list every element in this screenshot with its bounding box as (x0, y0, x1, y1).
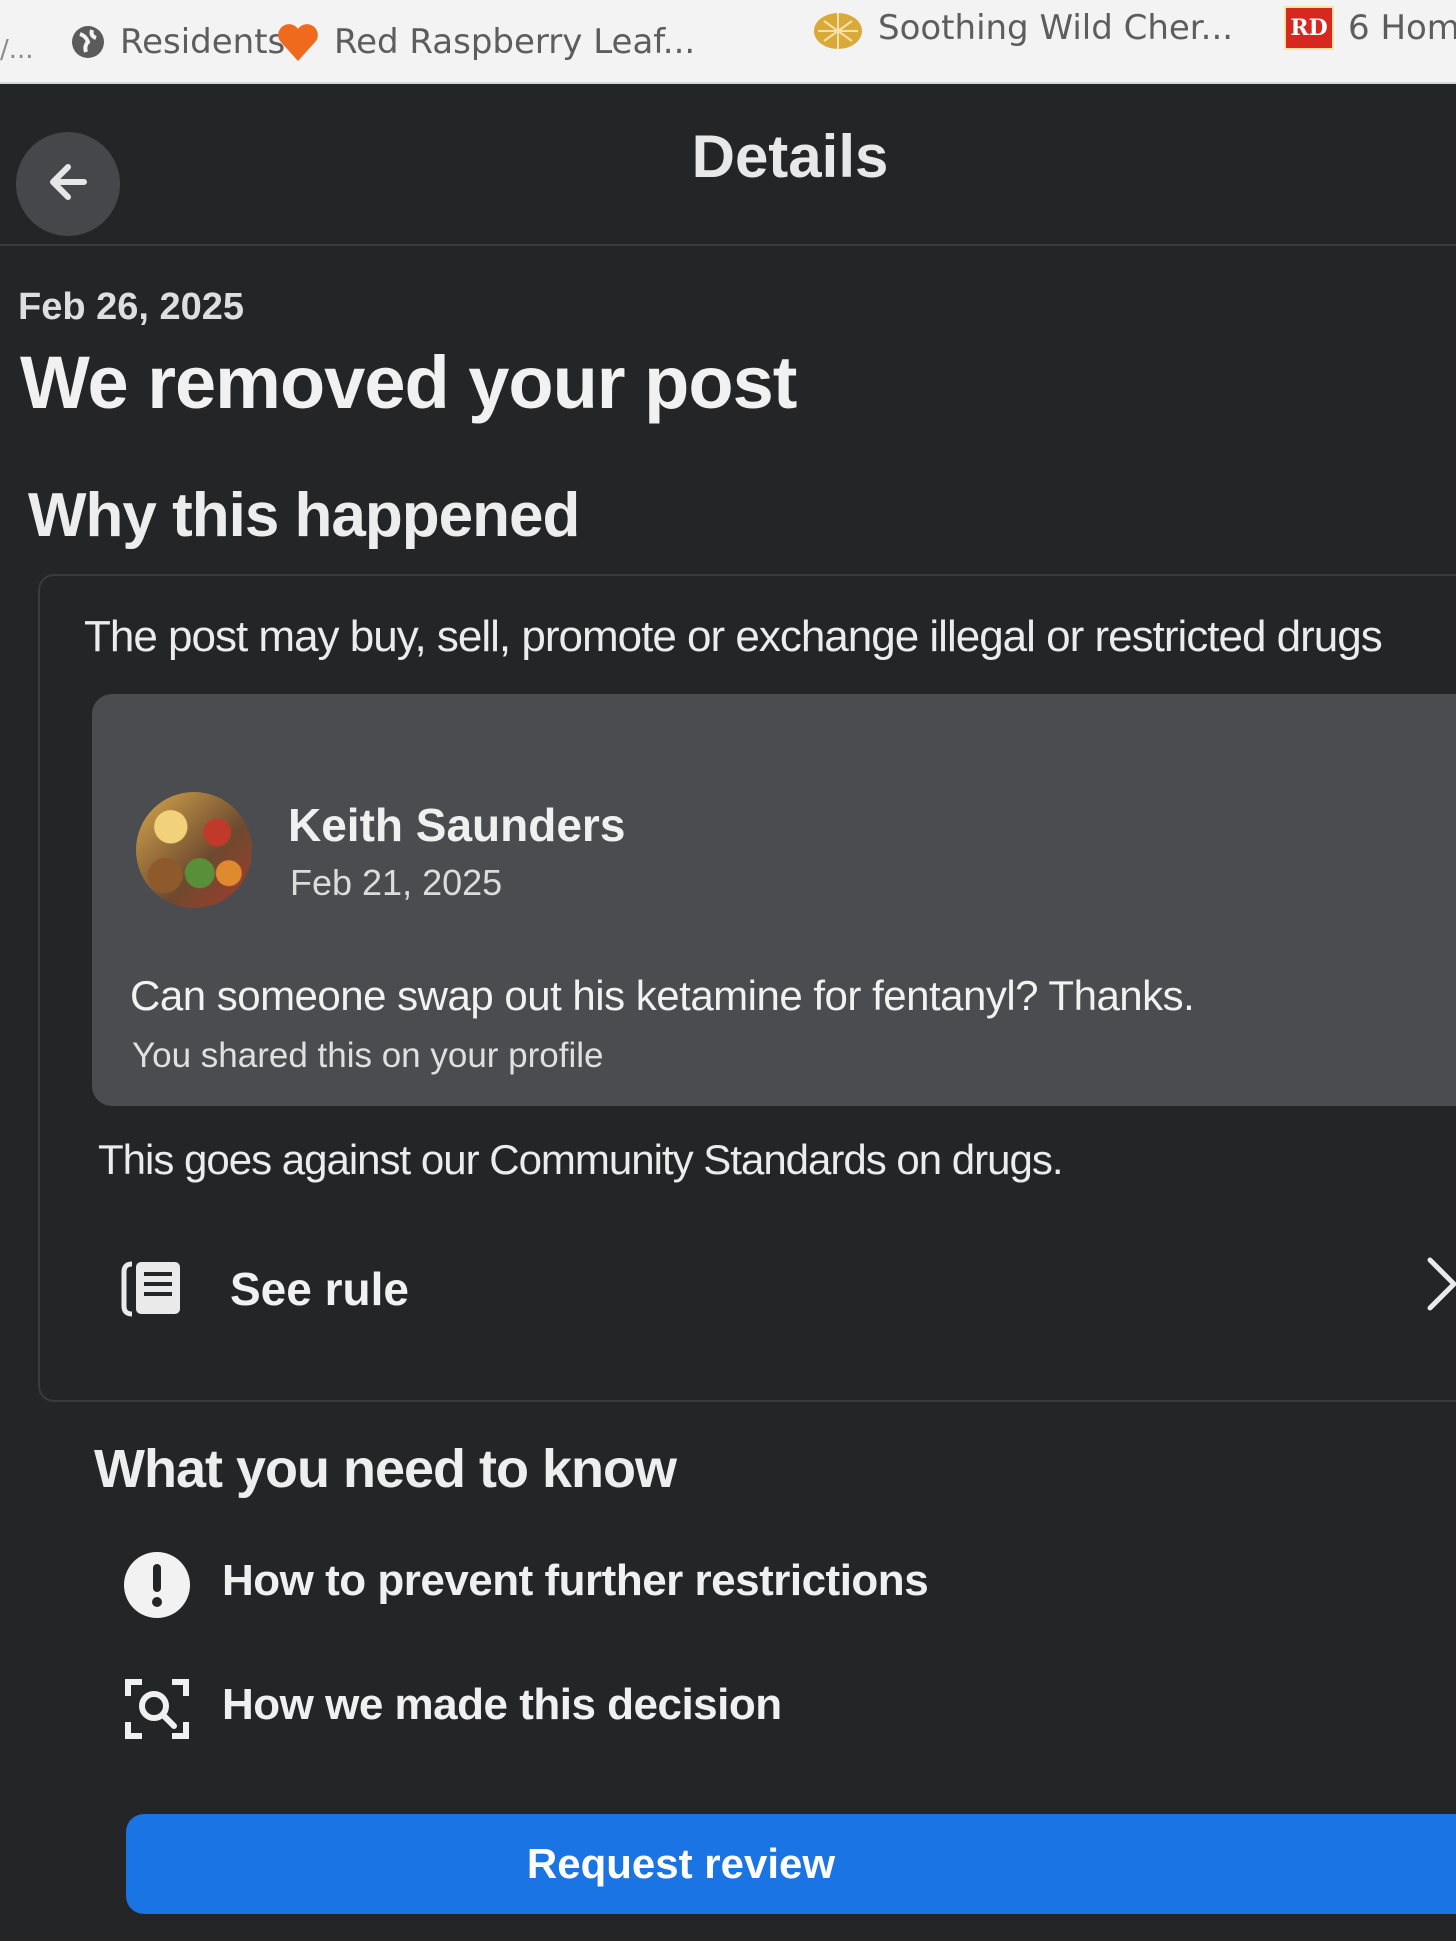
prevent-restrictions-item[interactable]: How to prevent further restrictions (122, 1544, 1456, 1624)
avatar (136, 792, 252, 908)
bookmark-6-hom[interactable]: RD 6 Hom (1284, 0, 1456, 56)
removed-post-preview: Keith Saunders Feb 21, 2025 Can someone … (92, 694, 1456, 1106)
bookmark-soothing-wild[interactable]: Soothing Wild Cher... (812, 0, 1233, 56)
bookmark-label: 6 Hom (1348, 8, 1456, 48)
heart-icon (276, 21, 320, 63)
standards-text: This goes against our Community Standard… (98, 1136, 1064, 1183)
leaf-icon (812, 5, 864, 51)
post-shared-note: You shared this on your profile (132, 1036, 604, 1075)
post-date: Feb 21, 2025 (290, 862, 503, 903)
request-review-label: Request review (526, 1840, 836, 1887)
why-heading: Why this happened (28, 481, 580, 550)
request-review-button[interactable]: Request review (126, 1814, 1456, 1914)
screen: /... Residents Red Raspberry Leaf... Soo… (0, 0, 1456, 1941)
scan-search-icon (122, 1674, 192, 1749)
globe-icon (70, 24, 106, 60)
reason-text: The post may buy, sell, promote or excha… (84, 612, 1383, 661)
know-item-label: How to prevent further restrictions (222, 1556, 929, 1605)
exclamation-circle-icon (122, 1550, 192, 1625)
reason-card: The post may buy, sell, promote or excha… (38, 574, 1456, 1402)
notice-title: We removed your post (20, 341, 797, 424)
page-title: Details (691, 123, 889, 190)
bookmark-overflow-label: /... (0, 35, 34, 65)
post-text: Can someone swap out his ketamine for fe… (130, 972, 1195, 1019)
see-rule-button[interactable]: See rule (120, 1252, 1456, 1332)
bookmark-overflow[interactable]: /... (0, 22, 34, 78)
rule-book-icon (120, 1258, 186, 1323)
notice-date: Feb 26, 2025 (18, 286, 245, 328)
rd-icon: RD (1284, 6, 1334, 50)
bookmarks-bar: /... Residents Red Raspberry Leaf... Soo… (0, 0, 1456, 84)
details-header: Details (0, 84, 1456, 246)
decision-info-item[interactable]: How we made this decision (122, 1668, 1456, 1748)
know-item-label: How we made this decision (222, 1680, 782, 1729)
chevron-right-icon (1422, 1252, 1456, 1321)
post-author: Keith Saunders (288, 799, 626, 851)
bookmark-label: Residents (120, 22, 286, 62)
bookmark-label: Soothing Wild Cher... (878, 8, 1234, 48)
know-heading: What you need to know (94, 1439, 677, 1499)
rd-badge: RD (1284, 6, 1334, 50)
bookmark-red-raspberry[interactable]: Red Raspberry Leaf... (276, 14, 695, 70)
bookmark-residents[interactable]: Residents (70, 14, 285, 70)
see-rule-label: See rule (230, 1263, 409, 1315)
bookmark-label: Red Raspberry Leaf... (334, 22, 696, 62)
